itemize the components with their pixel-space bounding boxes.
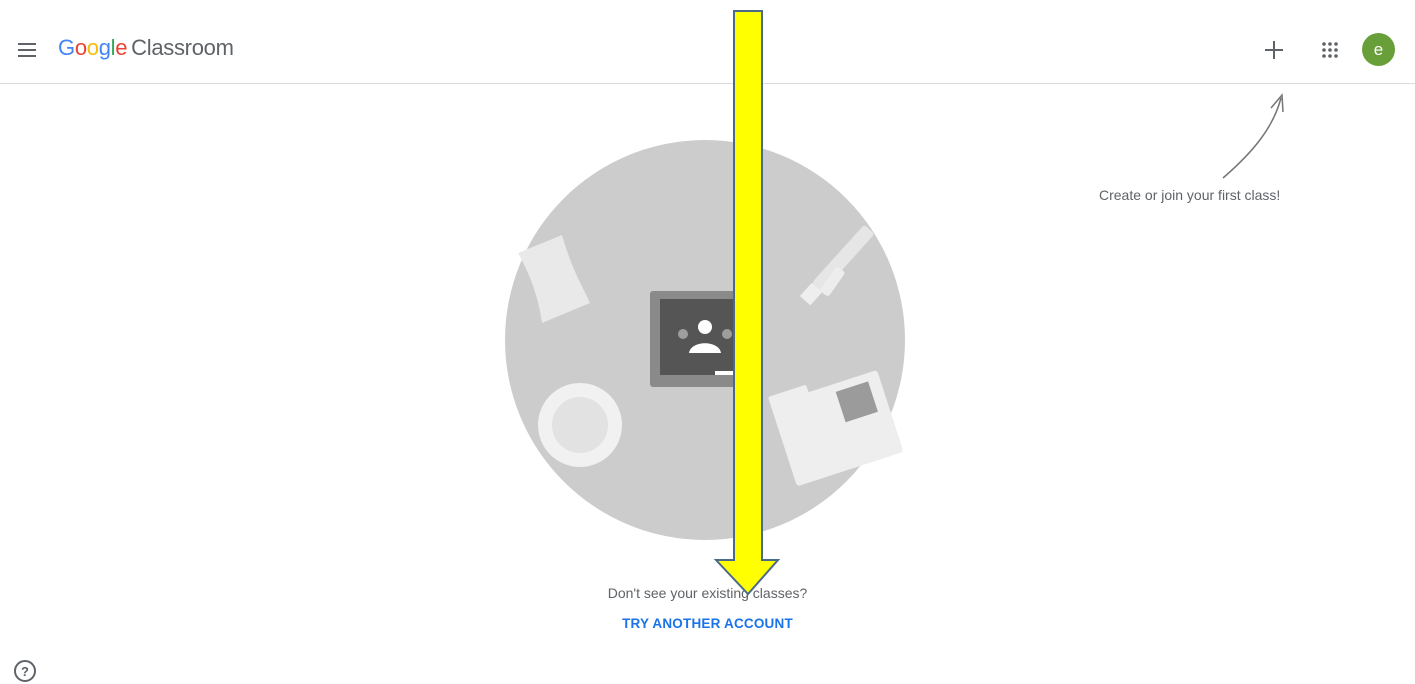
apps-grid-icon (1322, 42, 1338, 58)
brand-letter: o (86, 35, 99, 60)
main-menu-button[interactable] (10, 32, 46, 68)
help-icon: ? (21, 663, 29, 679)
avatar-letter: e (1373, 39, 1384, 59)
create-or-join-class-button[interactable] (1258, 34, 1290, 66)
yellow-down-arrow-overlay (713, 10, 781, 596)
create-join-hint: Create or join your first class! (1099, 187, 1281, 203)
existing-classes-prompt: Don't see your existing classes? (607, 585, 808, 601)
brand-letter: e (115, 35, 128, 60)
brand-letter: o (74, 35, 87, 60)
account-avatar[interactable]: e (1362, 33, 1395, 66)
brand-letter: G (58, 35, 75, 60)
top-app-bar: Google Classroom e (0, 0, 1415, 84)
hamburger-menu-icon (18, 43, 36, 57)
product-name: Classroom (131, 35, 234, 60)
classroom-desk-illustration (505, 140, 905, 540)
help-button[interactable]: ? (14, 660, 36, 682)
brand-letter: g (98, 35, 111, 60)
curved-arrow-icon (1222, 93, 1284, 179)
try-another-account-container: TRY ANOTHER ACCOUNT (0, 616, 1415, 631)
plus-icon (1265, 41, 1283, 59)
google-apps-button[interactable] (1314, 34, 1346, 66)
try-another-account-link[interactable]: TRY ANOTHER ACCOUNT (622, 616, 793, 631)
google-classroom-logo[interactable]: Google Classroom (58, 35, 234, 65)
